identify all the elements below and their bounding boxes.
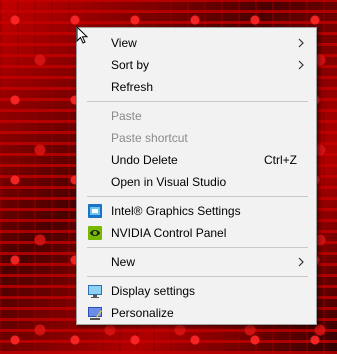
menu-item-sort-by[interactable]: Sort by	[77, 54, 316, 76]
menu-separator	[87, 196, 308, 197]
menu-item-undo-delete[interactable]: Undo Delete Ctrl+Z	[77, 149, 316, 171]
menu-item-label: Sort by	[111, 58, 150, 72]
nvidia-icon	[88, 226, 102, 240]
desktop-context-menu: View Sort by Refresh Paste Paste shortcu…	[76, 27, 317, 325]
menu-item-intel-graphics-settings[interactable]: Intel® Graphics Settings	[77, 200, 316, 222]
menu-separator	[87, 101, 308, 102]
menu-item-label: New	[111, 255, 136, 269]
menu-separator	[87, 276, 308, 277]
intel-graphics-icon	[88, 204, 102, 218]
menu-item-nvidia-control-panel[interactable]: NVIDIA Control Panel	[77, 222, 316, 244]
menu-item-label: Personalize	[111, 306, 174, 320]
menu-item-label: Refresh	[111, 80, 154, 94]
menu-item-open-in-visual-studio[interactable]: Open in Visual Studio	[77, 171, 316, 193]
menu-item-paste[interactable]: Paste	[77, 105, 316, 127]
menu-item-label: NVIDIA Control Panel	[111, 226, 227, 240]
menu-item-label: Paste	[111, 109, 142, 123]
keyboard-shortcut: Ctrl+Z	[264, 153, 297, 167]
menu-item-paste-shortcut[interactable]: Paste shortcut	[77, 127, 316, 149]
menu-item-label: Undo Delete	[111, 153, 178, 167]
menu-item-label: Display settings	[111, 284, 196, 298]
menu-item-label: Open in Visual Studio	[111, 175, 227, 189]
menu-item-label: View	[111, 36, 137, 50]
mouse-pointer-icon	[76, 26, 89, 44]
personalize-icon	[88, 307, 102, 320]
menu-item-label: Paste shortcut	[111, 131, 188, 145]
menu-item-view[interactable]: View	[77, 32, 316, 54]
chevron-right-icon	[298, 257, 304, 267]
menu-item-new[interactable]: New	[77, 251, 316, 273]
chevron-right-icon	[298, 38, 304, 48]
menu-item-label: Intel® Graphics Settings	[111, 204, 241, 218]
menu-item-display-settings[interactable]: Display settings	[77, 280, 316, 302]
menu-item-personalize[interactable]: Personalize	[77, 302, 316, 324]
display-icon	[88, 285, 102, 298]
menu-separator	[87, 247, 308, 248]
menu-item-refresh[interactable]: Refresh	[77, 76, 316, 98]
chevron-right-icon	[298, 60, 304, 70]
